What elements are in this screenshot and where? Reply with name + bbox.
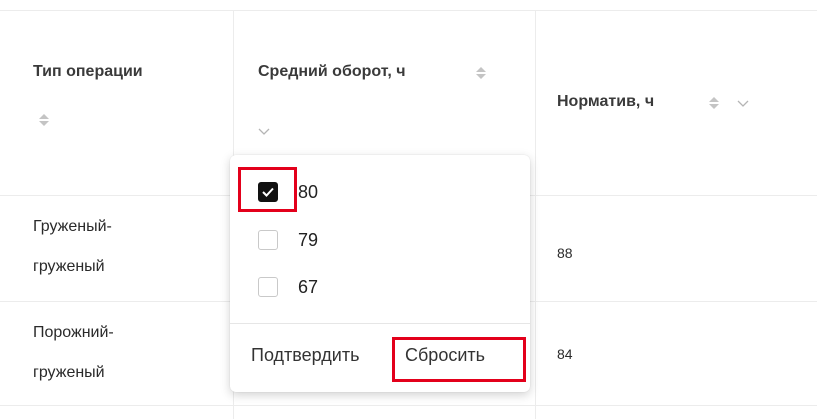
table-cell-norm: 88 <box>557 245 573 261</box>
filter-option[interactable]: 67 <box>258 272 318 302</box>
table-cell-operation-type: Порожний- груженый <box>33 313 114 393</box>
table-cell-norm: 84 <box>557 346 573 362</box>
highlight-box-checkbox <box>238 167 297 212</box>
filter-option[interactable]: 79 <box>258 225 318 255</box>
row-divider <box>0 10 817 11</box>
filter-option-label: 80 <box>298 181 319 202</box>
column-divider <box>535 10 536 419</box>
column-header-operation-type[interactable]: Тип операции <box>33 63 143 81</box>
chevron-down-icon[interactable] <box>737 98 749 108</box>
column-header-avg-turnover[interactable]: Средний оборот, ч <box>258 63 406 81</box>
checkbox[interactable] <box>258 277 278 297</box>
cell-text-line: груженый <box>33 258 105 275</box>
column-header-label: Норматив, ч <box>557 93 655 110</box>
column-header-label: Тип операции <box>33 63 143 80</box>
cell-text-line: груженый <box>33 364 105 381</box>
column-header-label: Средний оборот, ч <box>258 63 406 80</box>
filter-option-label: 79 <box>298 229 319 250</box>
cell-text-line: Груженый- <box>33 218 112 235</box>
dropdown-divider <box>230 323 530 324</box>
sort-icon[interactable] <box>38 112 50 128</box>
column-header-norm[interactable]: Норматив, ч <box>557 93 654 111</box>
confirm-button[interactable]: Подтвердить <box>251 335 359 375</box>
filter-option-label: 67 <box>298 276 319 297</box>
cell-text-line: Порожний- <box>33 324 114 341</box>
chevron-down-icon[interactable] <box>258 126 270 136</box>
checkbox[interactable] <box>258 230 278 250</box>
sort-icon[interactable] <box>475 65 487 81</box>
table-cell-operation-type: Груженый- груженый <box>33 207 112 287</box>
highlight-box-reset-button <box>392 337 526 382</box>
row-divider <box>0 405 817 406</box>
sort-icon[interactable] <box>708 95 720 111</box>
